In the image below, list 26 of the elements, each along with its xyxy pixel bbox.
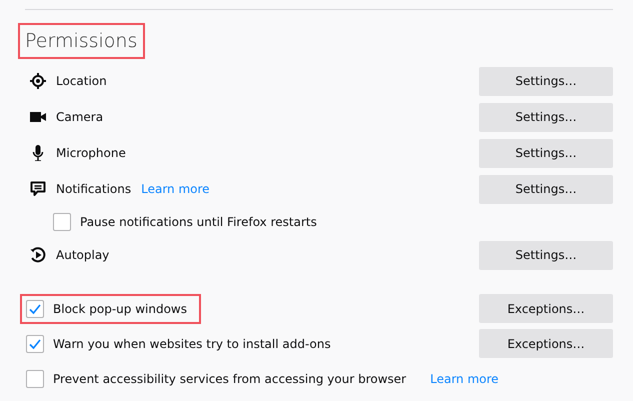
- permission-label: Camera: [56, 110, 104, 124]
- checkbox[interactable]: [26, 300, 44, 318]
- permission-label: Location: [56, 74, 107, 88]
- microphone-icon: [30, 145, 46, 161]
- checkbox-label: Pause notifications until Firefox restarts: [80, 215, 317, 229]
- settings-button[interactable]: Settings…: [479, 66, 613, 96]
- settings-button[interactable]: Settings…: [479, 102, 613, 132]
- speech-bubble-icon: [30, 181, 46, 197]
- location-icon: [30, 73, 46, 89]
- permission-label: Microphone: [56, 146, 126, 160]
- settings-button[interactable]: Settings…: [479, 138, 613, 168]
- checkbox-label: Prevent accessibility services from accessing your browser: [53, 372, 406, 386]
- camera-icon: [30, 109, 46, 125]
- exceptions-button[interactable]: Exceptions…: [479, 294, 613, 323]
- settings-button[interactable]: Settings…: [479, 240, 613, 270]
- permission-label: Autoplay: [56, 248, 110, 262]
- checkbox-label: Warn you when websites try to install add-ons: [53, 336, 331, 350]
- permission-label: Notifications: [56, 182, 132, 196]
- exceptions-button[interactable]: Exceptions…: [479, 329, 613, 358]
- checkbox-label: Block pop-up windows: [53, 302, 187, 316]
- checkbox[interactable]: [26, 334, 44, 352]
- autoplay-icon: [30, 247, 46, 263]
- checkbox[interactable]: [53, 213, 71, 231]
- settings-button[interactable]: Settings…: [479, 174, 613, 204]
- section-heading: Permissions: [18, 23, 146, 59]
- checkbox[interactable]: [26, 370, 44, 388]
